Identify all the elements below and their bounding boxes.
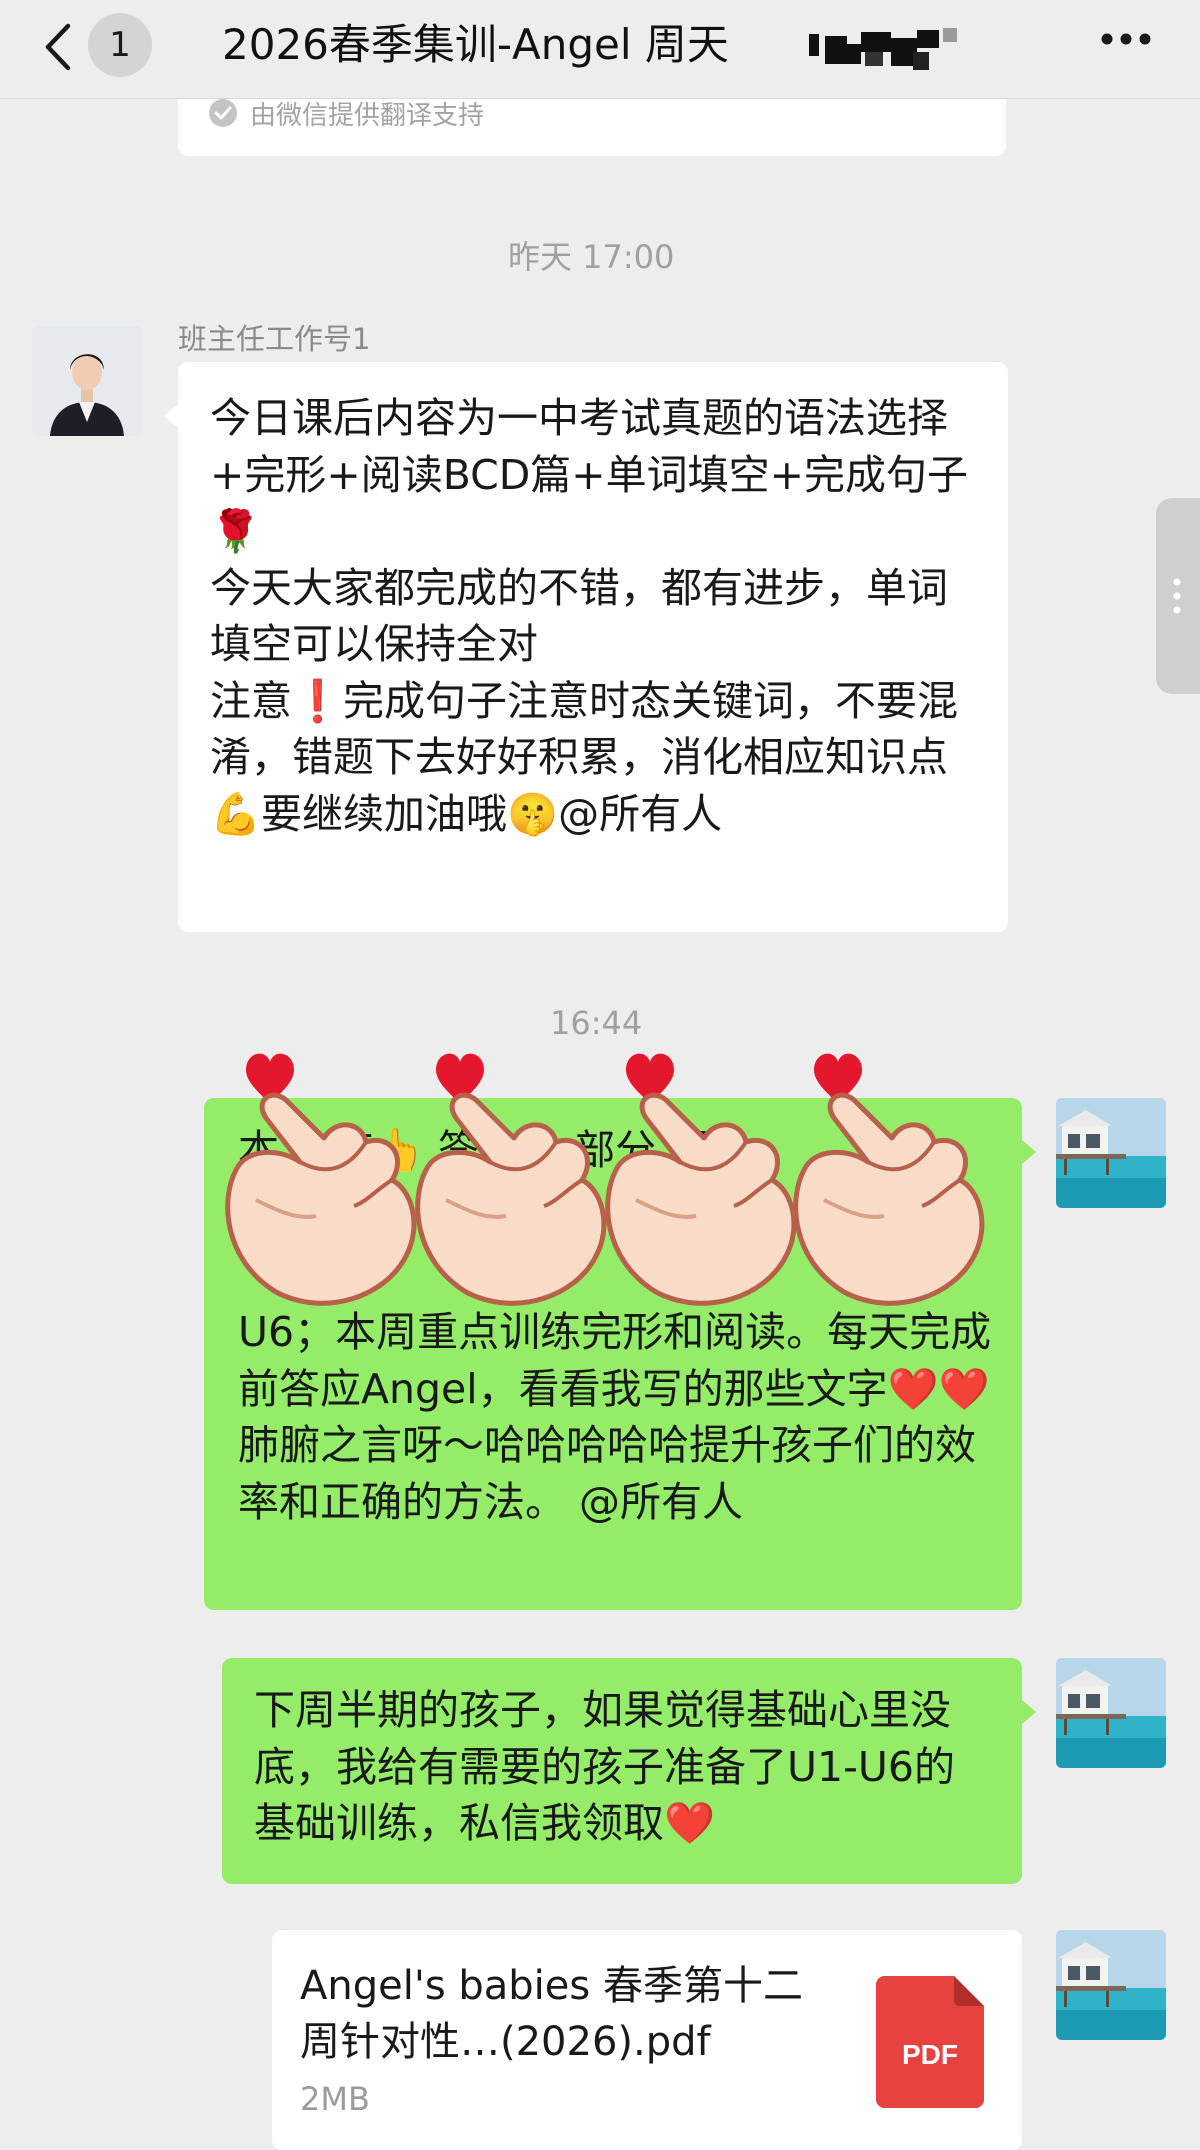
more-options-icon[interactable] [1100,32,1152,46]
file-size: 2MB [300,2080,370,2118]
back-arrow-icon[interactable] [40,22,76,72]
drag-dots-icon [1173,578,1181,614]
message-text: 今日课后内容为一中考试真题的语法选择+完形+阅读BCD篇+单词填空+完成句子🌹 … [210,394,969,838]
pdf-file-icon: PDF [876,1976,984,2108]
top-nav-bar: 1 2026春季集训-Angel 周天 [0,0,1200,99]
translation-note-text: 由微信提供翻译支持 [250,100,485,131]
chat-title: 2026春季集训-Angel 周天 [222,20,729,69]
avatar-self[interactable] [1056,1658,1166,1768]
avatar-self[interactable] [1056,1930,1166,2040]
message-text: 下周半期的孩子，如果觉得基础心里没底，我给有需要的孩子准备了U1-U6的基础训练… [254,1686,955,1847]
timestamp: 昨天 17:00 [508,238,675,276]
translation-note: 由微信提供翻译支持 [208,96,485,131]
redaction-mosaic [809,28,957,70]
sender-name: 班主任工作号1 [178,322,371,356]
person-portrait-icon [32,326,142,436]
unread-count-badge[interactable]: 1 [88,13,152,77]
villa-sea-photo-icon [1056,1930,1166,2040]
avatar-class-teacher[interactable] [32,326,142,436]
bubble-tail [1022,1700,1036,1724]
villa-sea-photo-icon [1056,1098,1166,1208]
finger-heart-stickers [216,1030,1006,1310]
bubble-tail [164,404,178,428]
villa-sea-photo-icon [1056,1658,1166,1768]
message-text: U6；本周重点训练完形和阅读。每天完成前答应Angel，看看我写的那些文字❤️❤… [238,1308,992,1526]
pdf-badge-text: PDF [902,2039,958,2070]
file-name: Angel's babies 春季第十二周针对性…(2026).pdf [300,1963,803,2065]
message-bubble-outgoing[interactable]: 下周半期的孩子，如果觉得基础心里没底，我给有需要的孩子准备了U1-U6的基础训练… [222,1658,1022,1884]
finger-heart-sticker-1 [228,1054,414,1304]
finger-heart-sticker-4 [796,1054,982,1304]
finger-heart-sticker-2 [418,1054,604,1304]
avatar-self[interactable] [1056,1098,1166,1208]
bubble-tail [1022,1140,1036,1164]
finger-heart-sticker-3 [608,1054,794,1304]
message-bubble-incoming[interactable]: 今日课后内容为一中考试真题的语法选择+完形+阅读BCD篇+单词填空+完成句子🌹 … [178,362,1008,932]
check-circle-icon [209,99,237,127]
